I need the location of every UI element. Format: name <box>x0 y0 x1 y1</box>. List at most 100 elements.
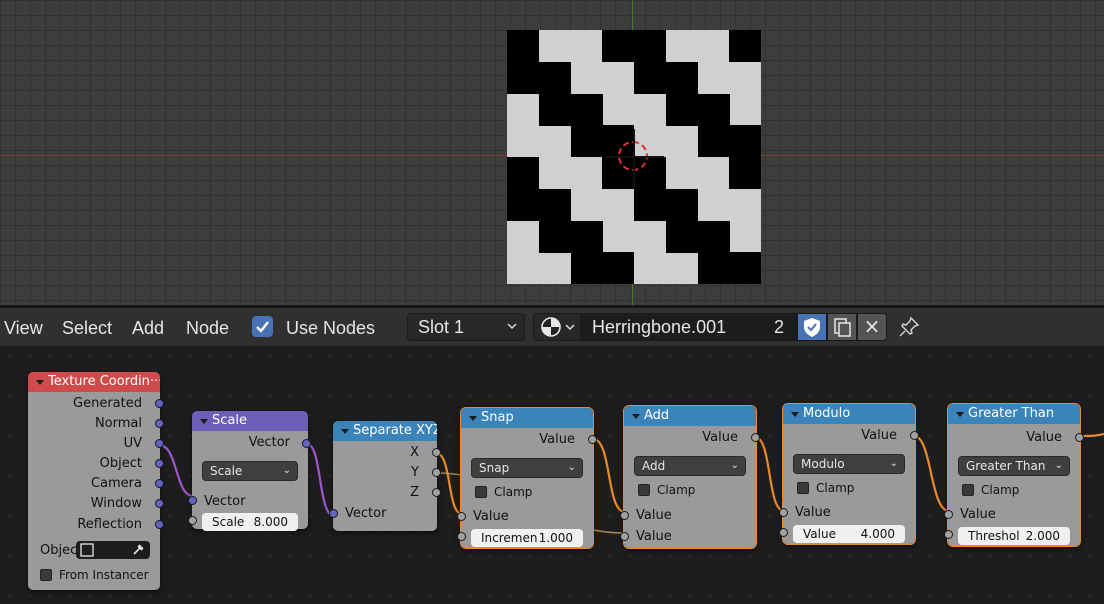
chevron-down-icon: ⌄ <box>730 460 739 471</box>
input-value-label: Value <box>795 505 831 520</box>
node-separate-xyz[interactable]: Separate XYZ X Y Z Vector <box>329 421 441 531</box>
math-operation-dropdown[interactable]: Snap ⌄ <box>471 458 583 478</box>
checkmark-icon <box>256 321 269 333</box>
socket-value-2-in[interactable] <box>620 532 629 541</box>
node-add[interactable]: Add Value Add ⌄ Clamp Value Value <box>620 405 760 549</box>
socket-value-out[interactable] <box>1075 433 1084 442</box>
pattern-cell <box>602 252 635 284</box>
output-value: Value <box>539 432 575 447</box>
threshold-field[interactable]: Threshol 2.000 <box>958 527 1070 545</box>
math-operation-dropdown[interactable]: Greater Than ⌄ <box>958 456 1070 476</box>
pattern-cell <box>538 61 571 94</box>
object-label: Objec <box>40 543 78 558</box>
node-header[interactable]: Separate XYZ <box>333 421 437 441</box>
chevron-down-icon: ⌄ <box>567 462 576 473</box>
socket-x[interactable] <box>432 448 441 457</box>
use-nodes-checkbox[interactable] <box>252 316 273 337</box>
3d-viewport[interactable] <box>0 0 1104 305</box>
object-picker-field[interactable] <box>76 541 150 559</box>
pin-icon[interactable] <box>897 315 921 339</box>
link-snap-to-add <box>592 437 626 514</box>
node-editor-header: View Select Add Node Use Nodes Slot 1 He… <box>0 308 1104 346</box>
scale-value: 8.000 <box>253 515 288 529</box>
clamp-checkbox[interactable] <box>797 482 809 494</box>
output-z: Z <box>410 485 419 500</box>
output-window: Window <box>90 496 142 511</box>
menu-view[interactable]: View <box>4 318 43 339</box>
3d-cursor-icon[interactable] <box>606 129 664 187</box>
scale-value-field[interactable]: Scale 8.000 <box>202 513 298 531</box>
pattern-cell <box>507 61 539 94</box>
from-instancer-label: From Instancer <box>59 568 149 582</box>
pattern-cell <box>665 188 698 221</box>
math-operation-dropdown[interactable]: Modulo ⌄ <box>793 454 905 474</box>
socket-object[interactable] <box>155 459 164 468</box>
modulo-value-field[interactable]: Value 4.000 <box>793 525 905 543</box>
material-user-count[interactable]: 2 <box>761 313 797 341</box>
node-header[interactable]: Modulo <box>783 404 915 424</box>
slot-dropdown[interactable]: Slot 1 <box>407 313 525 341</box>
pattern-cell <box>729 252 761 284</box>
node-scale[interactable]: Scale Vector Scale ⌄ Vector Scale 8.000 <box>188 411 311 531</box>
value-value: 4.000 <box>860 527 895 541</box>
socket-increment-in[interactable] <box>457 532 466 541</box>
socket-value-2-in[interactable] <box>779 528 788 537</box>
socket-uv[interactable] <box>155 439 164 448</box>
socket-vector-in[interactable] <box>188 496 197 505</box>
clamp-checkbox[interactable] <box>638 484 650 496</box>
socket-value-in[interactable] <box>457 512 466 521</box>
from-instancer-checkbox[interactable] <box>40 569 52 581</box>
menu-node[interactable]: Node <box>186 318 229 339</box>
socket-value-out[interactable] <box>588 435 597 444</box>
output-x: X <box>410 445 419 460</box>
chevron-down-icon <box>506 314 518 349</box>
socket-vector-in[interactable] <box>329 509 338 518</box>
clamp-checkbox[interactable] <box>475 486 487 498</box>
node-header[interactable]: Snap <box>461 408 593 428</box>
node-greater-than[interactable]: Greater Than Value Greater Than ⌄ Clamp V… <box>944 403 1084 547</box>
vector-operation-dropdown[interactable]: Scale ⌄ <box>202 461 298 481</box>
menu-add[interactable]: Add <box>132 318 164 339</box>
node-snap[interactable]: Snap Value Snap ⌄ Clamp Value Incremen 1.… <box>457 407 597 549</box>
eyedropper-icon <box>133 544 144 555</box>
node-header[interactable]: Scale <box>192 411 308 431</box>
socket-value-out[interactable] <box>751 433 760 442</box>
node-header[interactable]: Greater Than <box>948 404 1080 424</box>
node-modulo[interactable]: Modulo Value Modulo ⌄ Clamp Value Value 4… <box>779 403 919 545</box>
fake-user-button[interactable] <box>797 313 827 341</box>
socket-window[interactable] <box>155 499 164 508</box>
node-texture-coordinate[interactable]: Texture Coordin··· Generated Normal UV O… <box>28 372 164 590</box>
threshold-label: Threshol <box>968 529 1020 543</box>
math-operation-dropdown[interactable]: Add ⌄ <box>634 456 746 476</box>
socket-generated[interactable] <box>155 399 164 408</box>
use-nodes-label: Use Nodes <box>286 318 376 338</box>
browse-material-button[interactable] <box>533 313 581 341</box>
socket-vector-out[interactable] <box>302 439 311 448</box>
material-name-field[interactable]: Herringbone.001 <box>581 313 761 341</box>
pattern-cell <box>697 220 730 253</box>
link-scale-to-separate <box>306 442 335 518</box>
menu-select[interactable]: Select <box>62 318 112 339</box>
clamp-checkbox[interactable] <box>962 484 974 496</box>
socket-camera[interactable] <box>155 479 164 488</box>
socket-reflection[interactable] <box>155 520 164 529</box>
node-editor-canvas[interactable]: Texture Coordin··· Generated Normal UV O… <box>0 346 1104 604</box>
node-header[interactable]: Texture Coordin··· <box>28 372 160 392</box>
socket-normal[interactable] <box>155 419 164 428</box>
copy-icon <box>834 318 851 337</box>
new-material-copy-button[interactable] <box>827 313 857 341</box>
socket-value-in[interactable] <box>779 508 788 517</box>
input-vector-label: Vector <box>204 494 246 509</box>
unlink-material-button[interactable]: × <box>857 313 887 341</box>
node-header[interactable]: Add <box>624 406 756 426</box>
socket-z[interactable] <box>432 488 441 497</box>
socket-threshold-in[interactable] <box>944 530 953 539</box>
socket-y[interactable] <box>432 468 441 477</box>
operation-value: Modulo <box>801 457 845 471</box>
socket-value-out[interactable] <box>910 431 919 440</box>
increment-field[interactable]: Incremen 1.000 <box>471 529 583 547</box>
socket-value-in[interactable] <box>944 510 953 519</box>
socket-scale-in[interactable] <box>188 516 197 525</box>
socket-value-1-in[interactable] <box>620 511 629 520</box>
link-x-to-snap <box>435 451 463 516</box>
